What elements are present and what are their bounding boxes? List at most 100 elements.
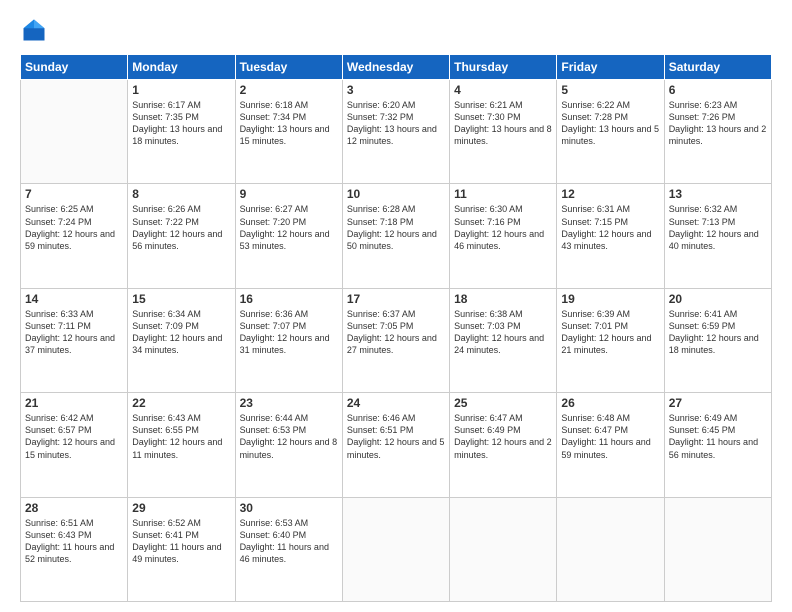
day-number: 26	[561, 396, 659, 410]
cell-info: Sunrise: 6:25 AM Sunset: 7:24 PM Dayligh…	[25, 203, 123, 252]
cell-info: Sunrise: 6:18 AM Sunset: 7:34 PM Dayligh…	[240, 99, 338, 148]
day-number: 11	[454, 187, 552, 201]
calendar-cell: 17Sunrise: 6:37 AM Sunset: 7:05 PM Dayli…	[342, 288, 449, 392]
day-number: 22	[132, 396, 230, 410]
day-number: 19	[561, 292, 659, 306]
col-header-monday: Monday	[128, 55, 235, 80]
cell-info: Sunrise: 6:41 AM Sunset: 6:59 PM Dayligh…	[669, 308, 767, 357]
calendar-cell: 13 Sunrise: 6:32 AM Sunset: 7:13 PM Dayli…	[664, 184, 771, 288]
cell-info: Sunrise: 6:34 AM Sunset: 7:09 PM Dayligh…	[132, 308, 230, 357]
calendar-cell: 8 Sunrise: 6:26 AM Sunset: 7:22 PM Daylig…	[128, 184, 235, 288]
cell-info: Sunrise: 6:22 AM Sunset: 7:28 PM Dayligh…	[561, 99, 659, 148]
cell-info: Sunrise: 6:48 AM Sunset: 6:47 PM Dayligh…	[561, 412, 659, 461]
day-number: 12	[561, 187, 659, 201]
day-number: 14	[25, 292, 123, 306]
day-number: 15	[132, 292, 230, 306]
calendar-cell: 14 Sunrise: 6:33 AM Sunset: 7:11 PM Dayli…	[21, 288, 128, 392]
cell-info: Sunrise: 6:49 AM Sunset: 6:45 PM Dayligh…	[669, 412, 767, 461]
cell-info: Sunrise: 6:27 AM Sunset: 7:20 PM Dayligh…	[240, 203, 338, 252]
cell-info: Sunrise: 6:38 AM Sunset: 7:03 PM Dayligh…	[454, 308, 552, 357]
calendar-week-4: 28Sunrise: 6:51 AM Sunset: 6:43 PM Dayli…	[21, 497, 772, 601]
calendar-cell: 1 Sunrise: 6:17 AM Sunset: 7:35 PM Daylig…	[128, 80, 235, 184]
calendar-week-3: 21Sunrise: 6:42 AM Sunset: 6:57 PM Dayli…	[21, 393, 772, 497]
col-header-sunday: Sunday	[21, 55, 128, 80]
day-number: 5	[561, 83, 659, 97]
cell-info: Sunrise: 6:43 AM Sunset: 6:55 PM Dayligh…	[132, 412, 230, 461]
cell-info: Sunrise: 6:32 AM Sunset: 7:13 PM Dayligh…	[669, 203, 767, 252]
col-header-friday: Friday	[557, 55, 664, 80]
cell-info: Sunrise: 6:30 AM Sunset: 7:16 PM Dayligh…	[454, 203, 552, 252]
calendar-week-2: 14 Sunrise: 6:33 AM Sunset: 7:11 PM Dayli…	[21, 288, 772, 392]
calendar-cell	[342, 497, 449, 601]
day-number: 24	[347, 396, 445, 410]
calendar-table: SundayMondayTuesdayWednesdayThursdayFrid…	[20, 54, 772, 602]
day-number: 28	[25, 501, 123, 515]
day-number: 8	[132, 187, 230, 201]
cell-info: Sunrise: 6:26 AM Sunset: 7:22 PM Dayligh…	[132, 203, 230, 252]
calendar-cell: 3 Sunrise: 6:20 AM Sunset: 7:32 PM Daylig…	[342, 80, 449, 184]
calendar-cell: 10 Sunrise: 6:28 AM Sunset: 7:18 PM Dayli…	[342, 184, 449, 288]
cell-info: Sunrise: 6:44 AM Sunset: 6:53 PM Dayligh…	[240, 412, 338, 461]
cell-info: Sunrise: 6:31 AM Sunset: 7:15 PM Dayligh…	[561, 203, 659, 252]
cell-info: Sunrise: 6:42 AM Sunset: 6:57 PM Dayligh…	[25, 412, 123, 461]
day-number: 9	[240, 187, 338, 201]
cell-info: Sunrise: 6:53 AM Sunset: 6:40 PM Dayligh…	[240, 517, 338, 566]
calendar-cell	[557, 497, 664, 601]
day-number: 10	[347, 187, 445, 201]
calendar-cell: 5 Sunrise: 6:22 AM Sunset: 7:28 PM Daylig…	[557, 80, 664, 184]
calendar-cell: 24 Sunrise: 6:46 AM Sunset: 6:51 PM Dayli…	[342, 393, 449, 497]
col-header-wednesday: Wednesday	[342, 55, 449, 80]
cell-info: Sunrise: 6:47 AM Sunset: 6:49 PM Dayligh…	[454, 412, 552, 461]
day-number: 29	[132, 501, 230, 515]
day-number: 3	[347, 83, 445, 97]
calendar-cell: 19 Sunrise: 6:39 AM Sunset: 7:01 PM Dayli…	[557, 288, 664, 392]
calendar-cell: 21Sunrise: 6:42 AM Sunset: 6:57 PM Dayli…	[21, 393, 128, 497]
calendar-cell: 25 Sunrise: 6:47 AM Sunset: 6:49 PM Dayli…	[450, 393, 557, 497]
day-number: 27	[669, 396, 767, 410]
calendar-cell: 15 Sunrise: 6:34 AM Sunset: 7:09 PM Dayli…	[128, 288, 235, 392]
cell-info: Sunrise: 6:20 AM Sunset: 7:32 PM Dayligh…	[347, 99, 445, 148]
calendar-cell	[450, 497, 557, 601]
header	[20, 16, 772, 44]
calendar-cell: 20 Sunrise: 6:41 AM Sunset: 6:59 PM Dayli…	[664, 288, 771, 392]
cell-info: Sunrise: 6:46 AM Sunset: 6:51 PM Dayligh…	[347, 412, 445, 461]
cell-info: Sunrise: 6:37 AM Sunset: 7:05 PM Dayligh…	[347, 308, 445, 357]
calendar-cell: 23 Sunrise: 6:44 AM Sunset: 6:53 PM Dayli…	[235, 393, 342, 497]
calendar-cell: 11 Sunrise: 6:30 AM Sunset: 7:16 PM Dayli…	[450, 184, 557, 288]
calendar-cell: 18Sunrise: 6:38 AM Sunset: 7:03 PM Dayli…	[450, 288, 557, 392]
calendar-cell: 28Sunrise: 6:51 AM Sunset: 6:43 PM Dayli…	[21, 497, 128, 601]
logo	[20, 16, 52, 44]
calendar-cell: 26 Sunrise: 6:48 AM Sunset: 6:47 PM Dayli…	[557, 393, 664, 497]
cell-info: Sunrise: 6:28 AM Sunset: 7:18 PM Dayligh…	[347, 203, 445, 252]
calendar-cell: 6 Sunrise: 6:23 AM Sunset: 7:26 PM Daylig…	[664, 80, 771, 184]
cell-info: Sunrise: 6:52 AM Sunset: 6:41 PM Dayligh…	[132, 517, 230, 566]
calendar-cell: 16Sunrise: 6:36 AM Sunset: 7:07 PM Dayli…	[235, 288, 342, 392]
day-number: 30	[240, 501, 338, 515]
day-number: 1	[132, 83, 230, 97]
day-number: 2	[240, 83, 338, 97]
day-number: 20	[669, 292, 767, 306]
calendar-cell: 12 Sunrise: 6:31 AM Sunset: 7:15 PM Dayli…	[557, 184, 664, 288]
page: SundayMondayTuesdayWednesdayThursdayFrid…	[0, 0, 792, 612]
day-number: 16	[240, 292, 338, 306]
col-header-saturday: Saturday	[664, 55, 771, 80]
logo-icon	[20, 16, 48, 44]
cell-info: Sunrise: 6:39 AM Sunset: 7:01 PM Dayligh…	[561, 308, 659, 357]
calendar-cell: 2 Sunrise: 6:18 AM Sunset: 7:34 PM Daylig…	[235, 80, 342, 184]
calendar-cell	[664, 497, 771, 601]
day-number: 13	[669, 187, 767, 201]
calendar-cell: 29 Sunrise: 6:52 AM Sunset: 6:41 PM Dayli…	[128, 497, 235, 601]
calendar-cell: 4Sunrise: 6:21 AM Sunset: 7:30 PM Daylig…	[450, 80, 557, 184]
calendar-week-1: 7Sunrise: 6:25 AM Sunset: 7:24 PM Daylig…	[21, 184, 772, 288]
cell-info: Sunrise: 6:33 AM Sunset: 7:11 PM Dayligh…	[25, 308, 123, 357]
calendar-week-0: 1 Sunrise: 6:17 AM Sunset: 7:35 PM Daylig…	[21, 80, 772, 184]
day-number: 23	[240, 396, 338, 410]
calendar-cell	[21, 80, 128, 184]
day-number: 25	[454, 396, 552, 410]
cell-info: Sunrise: 6:21 AM Sunset: 7:30 PM Dayligh…	[454, 99, 552, 148]
calendar-cell: 9 Sunrise: 6:27 AM Sunset: 7:20 PM Daylig…	[235, 184, 342, 288]
cell-info: Sunrise: 6:23 AM Sunset: 7:26 PM Dayligh…	[669, 99, 767, 148]
col-header-tuesday: Tuesday	[235, 55, 342, 80]
day-number: 6	[669, 83, 767, 97]
cell-info: Sunrise: 6:17 AM Sunset: 7:35 PM Dayligh…	[132, 99, 230, 148]
